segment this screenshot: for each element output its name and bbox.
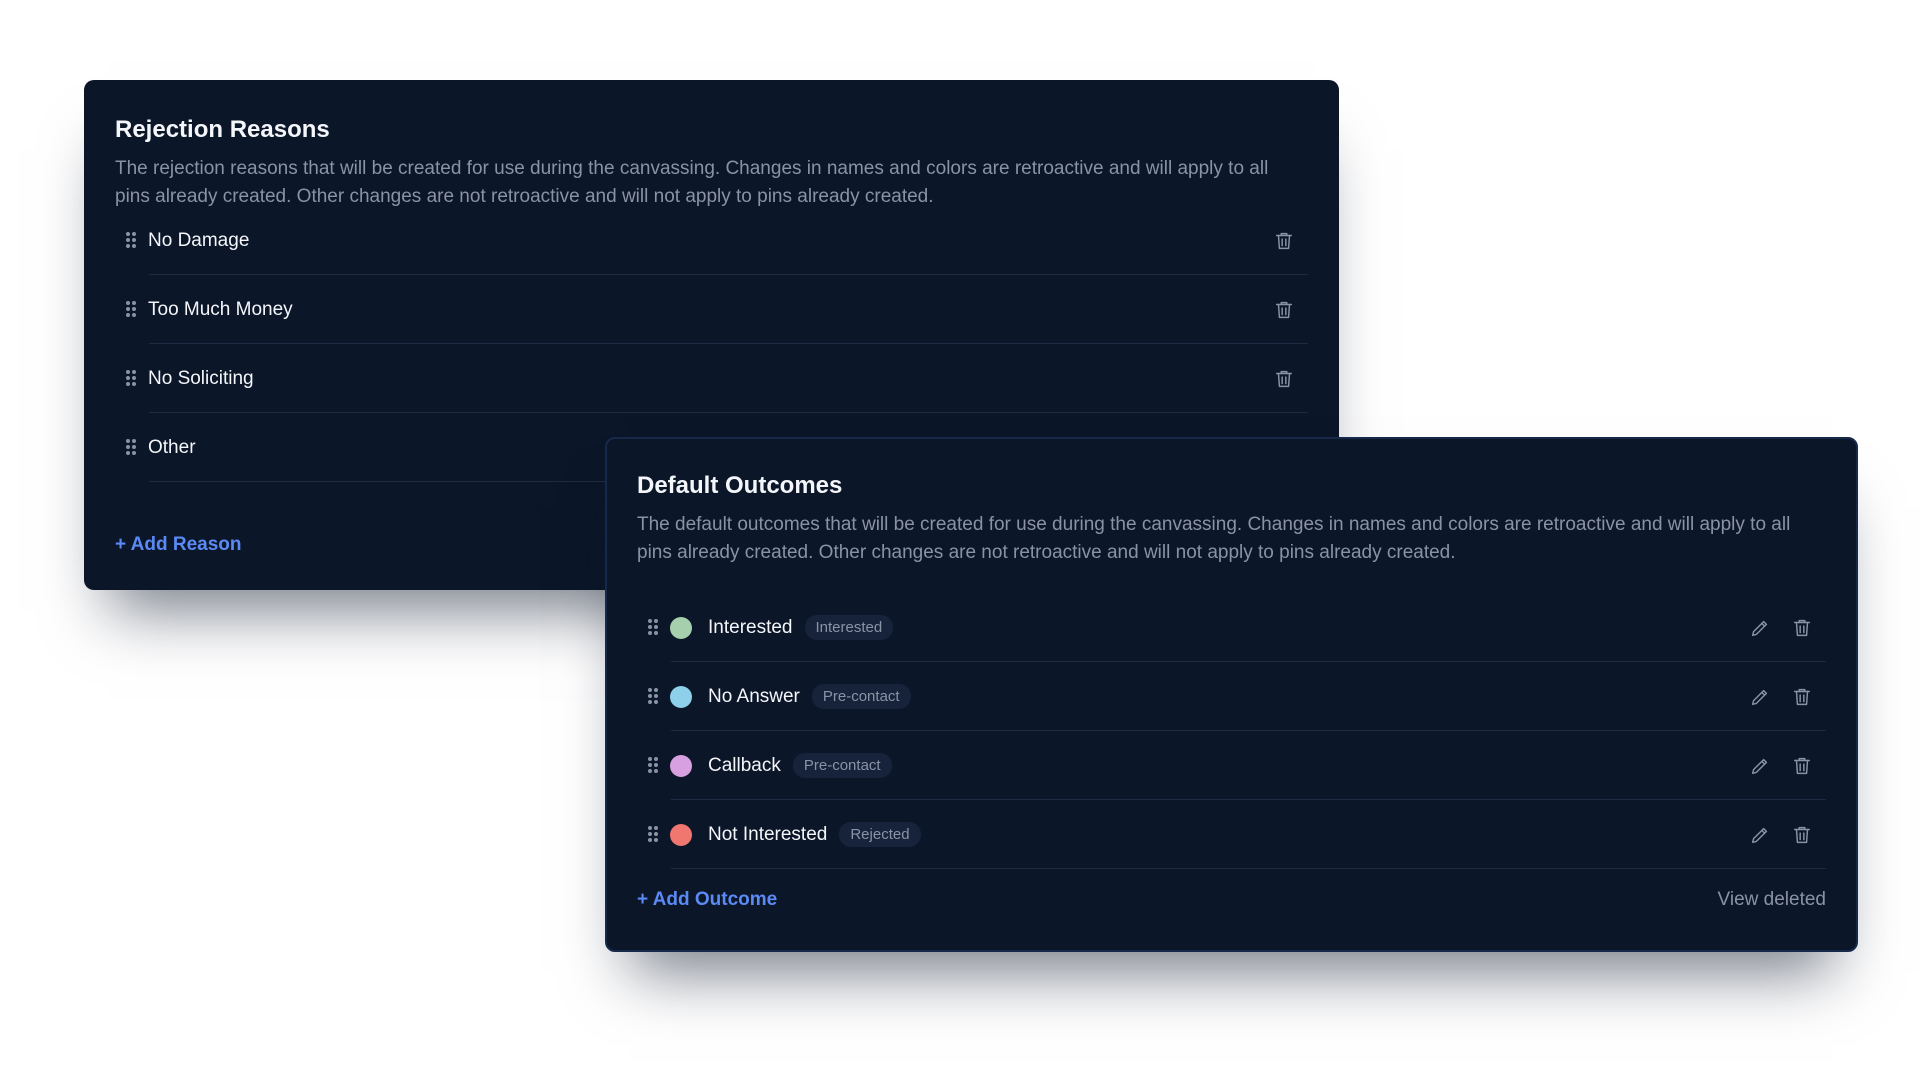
pencil-icon[interactable]: [1748, 823, 1772, 847]
pencil-icon[interactable]: [1748, 754, 1772, 778]
trash-icon[interactable]: [1790, 823, 1814, 847]
default-outcomes-description: The default outcomes that will be create…: [637, 514, 1791, 563]
pencil-icon[interactable]: [1748, 685, 1772, 709]
trash-icon[interactable]: [1272, 229, 1296, 253]
trash-icon[interactable]: [1790, 754, 1814, 778]
outcome-color-dot: [670, 754, 692, 777]
rejection-reasons-description: The rejection reasons that will be creat…: [115, 158, 1269, 207]
outcome-category-badge: Interested: [804, 615, 894, 640]
outcome-color-dot: [670, 823, 692, 846]
pencil-icon[interactable]: [1748, 616, 1772, 640]
trash-icon[interactable]: [1790, 685, 1814, 709]
list-item: No Answer Pre-contact: [637, 662, 1826, 731]
list-item: Not Interested Rejected: [637, 800, 1826, 869]
rejection-reasons-title: Rejection Reasons: [115, 116, 330, 143]
add-reason-button[interactable]: + Add Reason: [115, 534, 242, 556]
list-item: Too Much Money: [115, 275, 1308, 344]
drag-handle-icon[interactable]: [648, 618, 658, 637]
trash-icon[interactable]: [1790, 616, 1814, 640]
add-outcome-button[interactable]: + Add Outcome: [637, 889, 777, 911]
list-item: Callback Pre-contact: [637, 731, 1826, 800]
list-item: No Soliciting: [115, 344, 1308, 413]
trash-icon[interactable]: [1272, 367, 1296, 391]
outcome-category-badge: Pre-contact: [811, 684, 911, 709]
drag-handle-icon[interactable]: [126, 231, 136, 250]
default-outcomes-title: Default Outcomes: [637, 472, 843, 499]
outcome-label: Not Interested: [708, 823, 828, 845]
outcome-color-dot: [670, 685, 692, 708]
list-item: No Damage: [115, 206, 1308, 275]
drag-handle-icon[interactable]: [648, 825, 658, 844]
outcome-color-dot: [670, 616, 692, 639]
view-deleted-link[interactable]: View deleted: [1718, 889, 1826, 911]
outcome-label: Callback: [708, 754, 781, 776]
outcome-label: No Answer: [708, 685, 800, 707]
outcome-category-badge: Pre-contact: [792, 753, 892, 778]
default-outcomes-card: Default Outcomes The default outcomes th…: [605, 437, 1858, 952]
outcome-category-badge: Rejected: [839, 822, 921, 847]
trash-icon[interactable]: [1272, 298, 1296, 322]
drag-handle-icon[interactable]: [648, 756, 658, 775]
list-item: Interested Interested: [637, 593, 1826, 662]
drag-handle-icon[interactable]: [126, 300, 136, 319]
drag-handle-icon[interactable]: [648, 687, 658, 706]
outcome-label: Interested: [708, 616, 793, 638]
reason-label: No Soliciting: [148, 367, 254, 389]
drag-handle-icon[interactable]: [126, 369, 136, 388]
reason-label: Other: [148, 436, 196, 458]
default-outcomes-list: Interested Interested No Answer Pre-cont…: [637, 593, 1826, 869]
reason-label: No Damage: [148, 229, 250, 251]
reason-label: Too Much Money: [148, 298, 293, 320]
drag-handle-icon[interactable]: [126, 438, 136, 457]
